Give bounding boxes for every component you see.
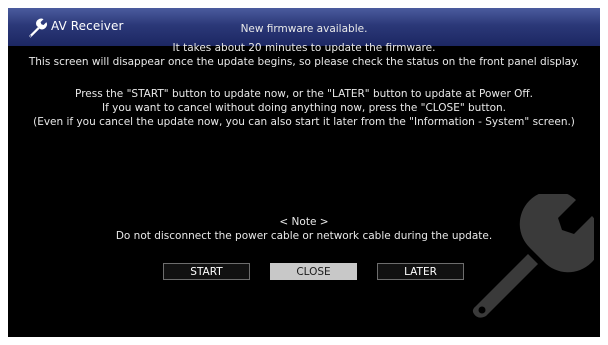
note-heading: < Note > [279,216,329,228]
message-line-3: Press the "START" button to update now, … [75,88,533,100]
later-button[interactable]: LATER [377,263,464,280]
message-line-1: It takes about 20 minutes to update the … [172,42,436,54]
start-button[interactable]: START [163,263,250,280]
message-line-2: This screen will disappear once the upda… [28,56,580,68]
close-button[interactable]: CLOSE [270,263,357,280]
note-text: Do not disconnect the power cable or net… [115,230,493,242]
wrench-watermark-icon [468,190,600,318]
message-line-4: If you want to cancel without doing anyt… [102,102,506,114]
firmware-update-screen: AV Receiver New firmware available. It t… [8,8,600,337]
headline-text: New firmware available. [240,23,368,35]
message-line-5: (Even if you cancel the update now, you … [33,116,575,128]
